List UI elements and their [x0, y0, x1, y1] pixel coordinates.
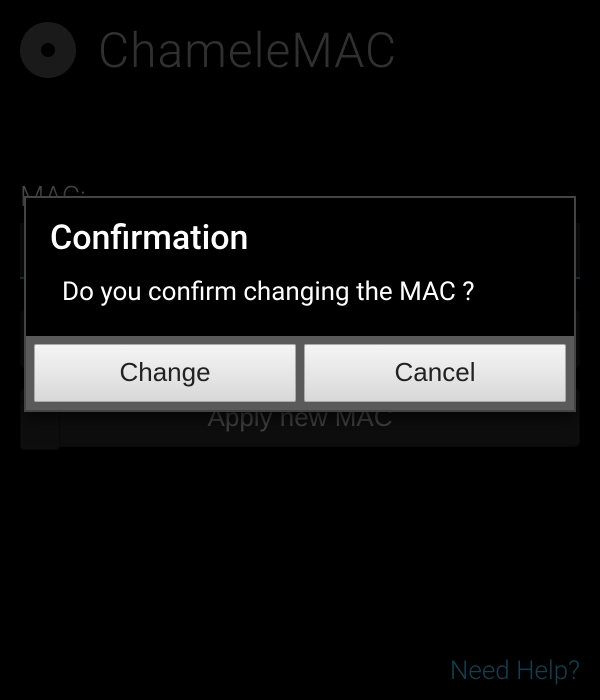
dialog-title: Confirmation [50, 218, 550, 258]
confirmation-dialog: Confirmation Do you confirm changing the… [24, 196, 576, 412]
dialog-button-row: Change Cancel [26, 336, 574, 410]
change-button[interactable]: Change [34, 344, 296, 402]
cancel-button[interactable]: Cancel [304, 344, 566, 402]
dialog-message: Do you confirm changing the MAC ? [50, 276, 550, 310]
dialog-body: Confirmation Do you confirm changing the… [26, 198, 574, 336]
